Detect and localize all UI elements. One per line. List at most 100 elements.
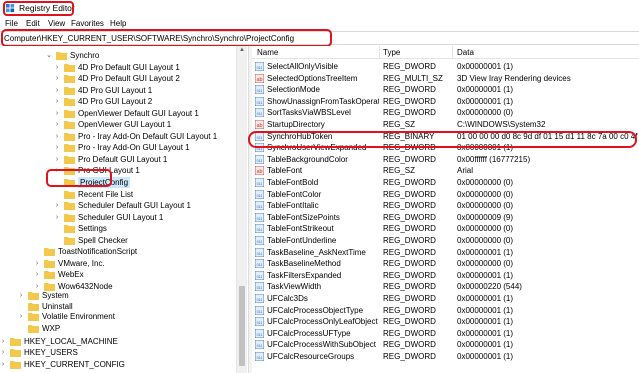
value-name: UFCalcProcessUFType xyxy=(267,328,351,338)
binary-value-icon: 011 xyxy=(255,85,264,95)
tree-item[interactable]: › HKEY_CURRENT_CONFIG xyxy=(0,359,236,370)
value-name: StartupDirectory xyxy=(267,120,325,129)
chevron-right-icon[interactable]: › xyxy=(17,312,25,321)
tree-item[interactable]: › Volatile Environment xyxy=(0,311,236,322)
value-row[interactable]: 011 TableFontUnderline REG_DWORD 0x00000000… xyxy=(252,235,639,246)
binary-value-icon: 011 xyxy=(255,189,264,199)
value-row[interactable]: 011 TableFontBold REG_DWORD 0x00000000 (0) xyxy=(252,177,639,188)
tree-item[interactable]: ⌄ Synchro xyxy=(0,50,236,61)
tree-item[interactable]: › 4D Pro GUI Layout 2 xyxy=(0,96,236,107)
tree-item[interactable]: › Pro - Iray Add-On Default GUI Layout 1 xyxy=(0,131,236,142)
tree-item-label: System xyxy=(42,291,69,300)
chevron-right-icon[interactable]: › xyxy=(53,74,61,83)
tree-item[interactable]: Spell Checker xyxy=(0,235,236,246)
chevron-right-icon[interactable]: › xyxy=(0,348,7,357)
menu-file[interactable]: File xyxy=(5,19,18,28)
value-row[interactable]: 011 TableFontItalic REG_DWORD 0x00000000 (0… xyxy=(252,200,639,211)
tree-item[interactable]: › 4D Pro Default GUI Layout 1 xyxy=(0,62,236,73)
column-data[interactable]: Data xyxy=(457,48,474,57)
value-row[interactable]: 011 SelectionMode REG_DWORD 0x00000001 (1) xyxy=(252,84,639,95)
value-row[interactable]: 011 ShowUnassignFromTaskOperati... REG_DWO… xyxy=(252,96,639,107)
value-row[interactable]: 011 UFCalcProcessWithSubObject REG_DWORD 0x… xyxy=(252,339,639,350)
tree-item-label: Volatile Environment xyxy=(42,312,115,321)
folder-icon xyxy=(44,248,55,256)
tree-item[interactable]: Settings xyxy=(0,223,236,234)
tree-item[interactable]: › VMware, Inc. xyxy=(0,258,236,269)
value-row[interactable]: 011 UFCalc3Ds REG_DWORD 0x00000001 (1) xyxy=(252,293,639,304)
chevron-right-icon[interactable]: › xyxy=(53,120,61,129)
column-separator[interactable] xyxy=(379,46,380,59)
value-row[interactable]: 011 TableFontSizePoints REG_DWORD 0x0000000… xyxy=(252,212,639,223)
value-row[interactable]: 011 TaskFiltersExpanded REG_DWORD 0x0000000… xyxy=(252,270,639,281)
value-row[interactable]: 011 UFCalcResourceGroups REG_DWORD 0x000000… xyxy=(252,351,639,362)
menu-favorites[interactable]: Favorites xyxy=(71,19,104,28)
binary-value-icon: 011 xyxy=(255,317,264,327)
value-row[interactable]: 011 SelectAllOnlyVisible REG_DWORD 0x000000… xyxy=(252,61,639,72)
svg-text:011: 011 xyxy=(257,309,263,313)
tree-item[interactable]: ToastNotificationScript xyxy=(0,246,236,257)
chevron-down-icon[interactable]: ⌄ xyxy=(45,51,53,60)
chevron-right-icon[interactable]: › xyxy=(53,97,61,106)
column-name[interactable]: Name xyxy=(257,48,278,57)
tree-item[interactable]: › HKEY_LOCAL_MACHINE xyxy=(0,336,236,347)
tree-item[interactable]: › OpenViewer GUI Layout 1 xyxy=(0,119,236,130)
chevron-right-icon[interactable]: › xyxy=(53,155,61,164)
string-value-icon: ab xyxy=(255,166,264,176)
chevron-right-icon[interactable]: › xyxy=(53,86,61,95)
tree-item[interactable]: › Scheduler Default GUI Layout 1 xyxy=(0,200,236,211)
column-type[interactable]: Type xyxy=(383,48,400,57)
chevron-right-icon[interactable]: › xyxy=(53,132,61,141)
tree-item[interactable]: › Pro Default GUI Layout 1 xyxy=(0,154,236,165)
menu-view[interactable]: View xyxy=(48,19,65,28)
scroll-up-arrow-icon[interactable]: ▲ xyxy=(239,47,245,53)
value-data: 0x00000001 (1) xyxy=(457,294,514,303)
binary-value-icon: 011 xyxy=(255,282,264,292)
value-type: REG_DWORD xyxy=(383,62,436,71)
scroll-thumb[interactable] xyxy=(239,286,245,366)
value-row[interactable]: 011 TaskBaselineMethod REG_DWORD 0x00000000… xyxy=(252,258,639,269)
value-name: UFCalcProcessObjectType xyxy=(267,305,364,315)
chevron-right-icon[interactable]: › xyxy=(53,109,61,118)
chevron-right-icon[interactable]: › xyxy=(33,270,41,279)
tree-item[interactable]: › System xyxy=(0,290,236,301)
column-separator[interactable] xyxy=(452,46,453,59)
value-row[interactable]: 011 UFCalcProcessObjectType REG_DWORD 0x000… xyxy=(252,305,639,316)
tree-item[interactable]: › Pro GUI Layout 1 xyxy=(0,165,236,176)
value-row[interactable]: ab TableFont REG_SZ Arial xyxy=(252,165,639,176)
tree-item[interactable]: › HKEY_USERS xyxy=(0,347,236,358)
tree-item[interactable]: › 4D Pro Default GUI Layout 2 xyxy=(0,73,236,84)
chevron-right-icon[interactable]: › xyxy=(33,259,41,268)
chevron-right-icon[interactable]: › xyxy=(0,360,7,369)
chevron-right-icon[interactable]: › xyxy=(53,143,61,152)
value-row[interactable]: ab StartupDirectory REG_SZ C:\WINDOWS\Syste… xyxy=(252,119,639,130)
tree-item[interactable]: › Pro - Iray Add-On GUI Layout 1 xyxy=(0,142,236,153)
value-row[interactable]: 011 UFCalcProcessUFType REG_DWORD 0x0000000… xyxy=(252,328,639,339)
chevron-right-icon[interactable]: › xyxy=(0,337,7,346)
value-data: 0x00000000 (0) xyxy=(457,259,514,269)
chevron-right-icon[interactable]: › xyxy=(17,291,25,300)
tree-item[interactable]: ProjectConfig xyxy=(0,177,236,188)
value-row[interactable]: 011 SortTasksViaWBSLevel REG_DWORD 0x000000… xyxy=(252,107,639,118)
value-row[interactable]: 011 TaskBaseline_AskNextTime REG_DWORD 0x00… xyxy=(252,247,639,258)
menu-edit[interactable]: Edit xyxy=(26,19,40,28)
tree-item[interactable]: Recent File List xyxy=(0,189,236,200)
chevron-right-icon[interactable]: › xyxy=(53,201,61,210)
tree-item[interactable]: WXP xyxy=(0,323,236,334)
value-type: REG_DWORD xyxy=(383,247,436,257)
tree-item[interactable]: › WebEx xyxy=(0,269,236,280)
value-row[interactable]: 011 UFCalcProcessOnlyLeafObject REG_DWORD 0… xyxy=(252,316,639,327)
tree-item[interactable]: › Scheduler GUI Layout 1 xyxy=(0,212,236,223)
value-row[interactable]: ab SelectedOptionsTreeItem REG_MULTI_SZ 3D … xyxy=(252,73,639,84)
value-row[interactable]: 011 TableFontStrikeout REG_DWORD 0x00000000… xyxy=(252,223,639,234)
menu-help[interactable]: Help xyxy=(110,19,126,28)
value-row[interactable]: 011 TableFontColor REG_DWORD 0x00000000 (0) xyxy=(252,189,639,200)
value-row[interactable]: 011 TaskViewWidth REG_DWORD 0x00000220 (544… xyxy=(252,281,639,292)
tree-item[interactable]: › 4D Pro GUI Layout 1 xyxy=(0,85,236,96)
tree-item[interactable]: › OpenViewer Default GUI Layout 1 xyxy=(0,108,236,119)
value-row[interactable]: 011 TableBackgroundColor REG_DWORD 0x00ffff… xyxy=(252,154,639,165)
chevron-right-icon[interactable]: › xyxy=(53,213,61,222)
chevron-right-icon[interactable]: › xyxy=(53,63,61,72)
tree-item-label: OpenViewer Default GUI Layout 1 xyxy=(78,109,199,118)
tree-scrollbar[interactable]: ▲ xyxy=(236,46,247,373)
value-data: 0x00ffffff (16777215) xyxy=(457,154,531,164)
